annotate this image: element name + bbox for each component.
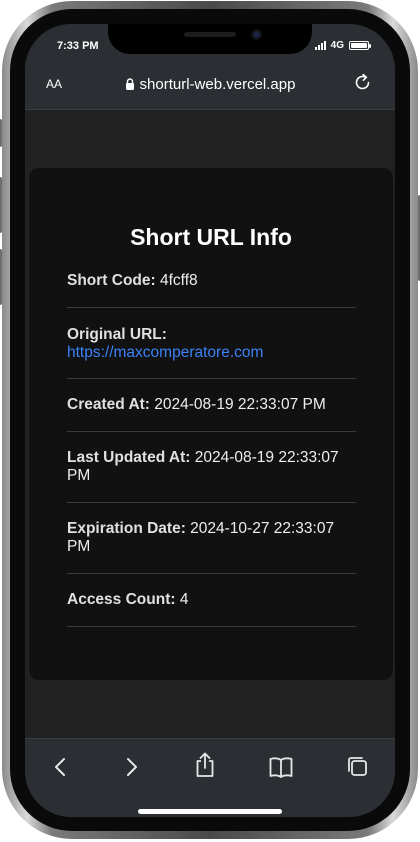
status-time: 7:33 PM bbox=[57, 40, 99, 52]
access-count-row: Access Count: 4 bbox=[67, 574, 356, 627]
created-at-value: 2024-08-19 22:33:07 PM bbox=[154, 396, 326, 413]
web-page: Short URL Info Short Code: 4fcff8 Origin… bbox=[25, 110, 395, 738]
battery-icon bbox=[349, 41, 371, 50]
original-url-row: Original URL: https://maxcomperatore.com bbox=[67, 308, 356, 379]
url-text: shorturl-web.vercel.app bbox=[139, 76, 296, 93]
reload-icon[interactable] bbox=[353, 73, 373, 93]
bookmarks-icon[interactable] bbox=[268, 755, 294, 779]
short-url-info-card: Short URL Info Short Code: 4fcff8 Origin… bbox=[29, 168, 393, 680]
volume-down-button bbox=[0, 249, 2, 305]
original-url-label: Original URL: bbox=[67, 326, 167, 343]
short-code-label: Short Code: bbox=[67, 272, 156, 289]
access-count-label: Access Count: bbox=[67, 591, 176, 608]
last-updated-row: Last Updated At: 2024-08-19 22:33:07 PM bbox=[67, 432, 356, 503]
browser-toolbar bbox=[25, 738, 395, 817]
back-icon[interactable] bbox=[48, 755, 74, 779]
expiration-date-label: Expiration Date: bbox=[67, 520, 186, 537]
volume-up-button bbox=[0, 177, 2, 233]
expiration-date-row: Expiration Date: 2024-10-27 22:33:07 PM bbox=[67, 503, 356, 574]
signal-icon bbox=[314, 41, 326, 50]
info-list: Short Code: 4fcff8 Original URL: https:/… bbox=[67, 264, 356, 627]
created-at-row: Created At: 2024-08-19 22:33:07 PM bbox=[67, 379, 356, 432]
speaker bbox=[184, 32, 236, 37]
status-icons: 4G bbox=[314, 40, 371, 51]
share-icon[interactable] bbox=[192, 752, 218, 778]
front-camera bbox=[251, 29, 262, 40]
original-url-link[interactable]: https://maxcomperatore.com bbox=[67, 344, 263, 361]
address-bar[interactable]: shorturl-web.vercel.app bbox=[25, 76, 395, 93]
short-code-row: Short Code: 4fcff8 bbox=[67, 264, 356, 308]
forward-icon[interactable] bbox=[118, 755, 144, 779]
created-at-label: Created At: bbox=[67, 396, 150, 413]
notch bbox=[108, 24, 312, 54]
access-count-value: 4 bbox=[179, 591, 189, 608]
last-updated-label: Last Updated At: bbox=[67, 449, 191, 466]
network-label: 4G bbox=[330, 40, 344, 51]
tabs-icon[interactable] bbox=[345, 755, 371, 779]
short-code-value: 4fcff8 bbox=[160, 272, 198, 289]
lock-icon bbox=[125, 78, 134, 90]
phone-screen: 7:33 PM 4G AA shorturl-web.vercel.app Sh… bbox=[25, 24, 395, 817]
home-indicator[interactable] bbox=[138, 809, 282, 814]
silent-switch bbox=[0, 119, 2, 147]
page-title: Short URL Info bbox=[130, 224, 292, 250]
